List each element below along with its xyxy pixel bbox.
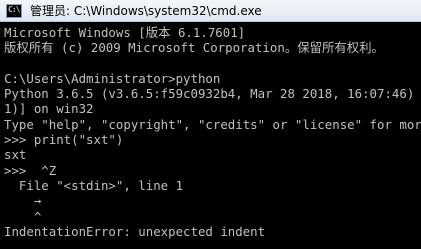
console-line: IndentationError: unexpected indent: [4, 223, 266, 239]
console-line: Python 3.6.5 (v3.6.5:f59c0932b4, Mar 28 …: [4, 86, 415, 102]
title-bar[interactable]: C:\ 管理员: C:\Windows\system32\cmd.exe: [0, 0, 421, 22]
console-line: >>> print("sxt"): [4, 132, 124, 148]
console-line: Type "help", "copyright", "credits" or "…: [4, 116, 421, 132]
console-line: →: [4, 193, 42, 209]
cmd-icon[interactable]: C:\: [6, 4, 22, 18]
console-line: >>> ^Z: [4, 162, 57, 178]
console-line: sxt: [4, 147, 27, 163]
cmd-window: C:\ 管理员: C:\Windows\system32\cmd.exe Mic…: [0, 0, 421, 249]
console-line: C:\Users\Administrator>python: [4, 70, 221, 86]
console-output[interactable]: Microsoft Windows [版本 6.1.7601] 版权所有 (c)…: [0, 22, 421, 249]
window-title: 管理员: C:\Windows\system32\cmd.exe: [30, 4, 262, 18]
console-line: 版权所有 (c) 2009 Microsoft Corporation。保留所有…: [4, 40, 384, 56]
console-line: 1)] on win32: [4, 101, 94, 117]
console-line: Microsoft Windows [版本 6.1.7601]: [4, 25, 246, 40]
console-line: File "<stdin>", line 1: [4, 177, 184, 193]
cmd-icon-glyph: C:\: [8, 5, 20, 14]
console-line: ^: [4, 208, 42, 224]
